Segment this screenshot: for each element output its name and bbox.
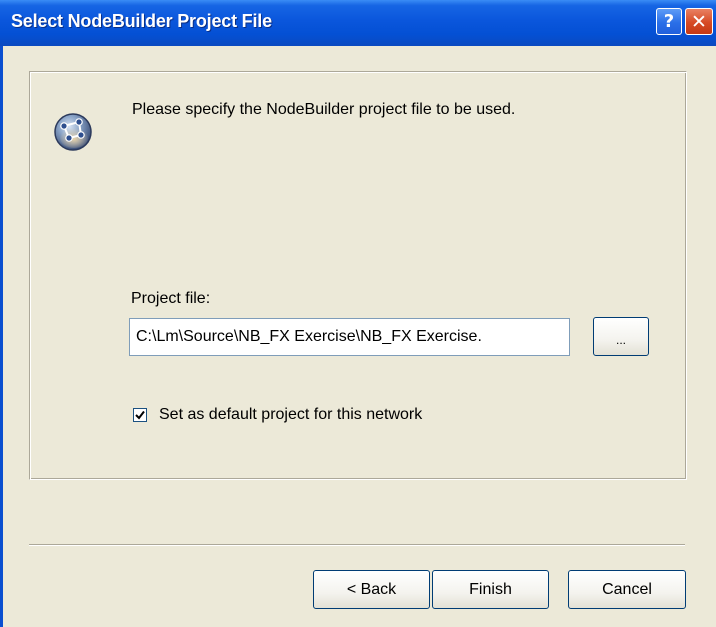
footer-separator: [29, 544, 685, 546]
default-project-checkbox[interactable]: [133, 408, 147, 422]
close-button[interactable]: ✕: [685, 8, 713, 35]
close-icon: ✕: [691, 10, 707, 33]
browse-button-label: ...: [615, 333, 626, 347]
cancel-button-label: Cancel: [602, 580, 652, 598]
project-file-label: Project file:: [131, 290, 211, 307]
instruction-text: Please specify the NodeBuilder project f…: [132, 101, 516, 118]
nodebuilder-globe-icon: [49, 108, 97, 156]
default-project-option[interactable]: Set as default project for this network: [133, 406, 422, 424]
browse-button[interactable]: ...: [593, 317, 649, 356]
dialog-window: Select NodeBuilder Project File ? ✕ Plea…: [0, 0, 716, 627]
project-file-input[interactable]: [129, 318, 570, 356]
finish-button-label: Finish: [469, 580, 512, 598]
help-button[interactable]: ?: [656, 8, 682, 35]
title-bar: Select NodeBuilder Project File ? ✕: [0, 0, 716, 46]
help-icon: ?: [663, 11, 675, 32]
default-project-label: Set as default project for this network: [159, 406, 423, 423]
cancel-button[interactable]: Cancel: [568, 570, 686, 609]
window-frame-edge: [0, 46, 3, 627]
window-title: Select NodeBuilder Project File: [11, 11, 272, 31]
back-button[interactable]: < Back: [313, 570, 430, 609]
finish-button[interactable]: Finish: [432, 570, 549, 609]
check-icon: [135, 410, 145, 420]
back-button-label: < Back: [346, 580, 397, 598]
